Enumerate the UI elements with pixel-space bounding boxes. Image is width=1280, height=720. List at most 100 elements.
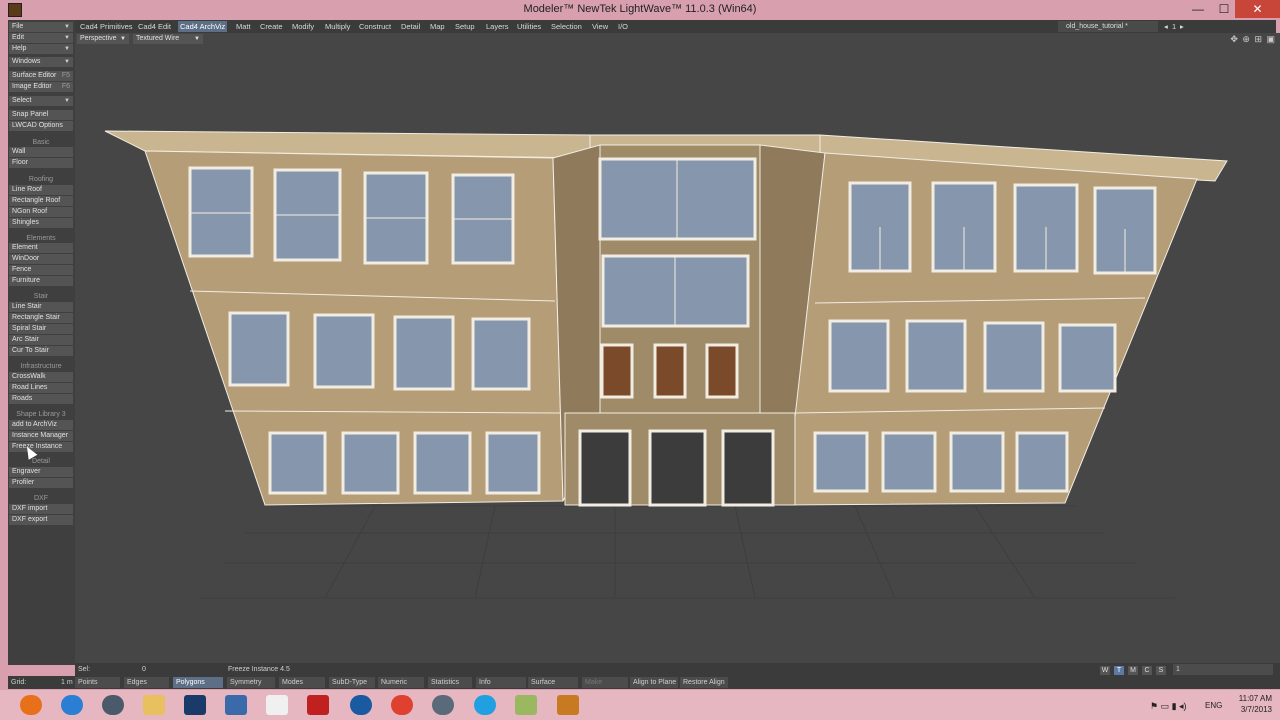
building-model[interactable] (75, 33, 1280, 663)
status-bar: Sel: 0 Freeze Instance 4.5 W T M C S 1 (75, 663, 1280, 676)
tool-shingles[interactable]: Shingles (9, 218, 73, 228)
explorer-icon[interactable] (143, 695, 165, 715)
lightwave-icon[interactable] (102, 695, 124, 715)
flash-icon[interactable] (307, 695, 329, 715)
tool-instance-manager[interactable]: Instance Manager (9, 431, 73, 441)
tab-multiply[interactable]: Multiply (323, 21, 352, 32)
tool-engraver[interactable]: Engraver (9, 467, 73, 477)
align-to-plane-button[interactable]: Align to Plane (630, 677, 678, 688)
notes-icon[interactable] (515, 695, 537, 715)
windows-menu[interactable]: Windows ▼ (9, 57, 73, 67)
points-mode-button[interactable]: Points (75, 677, 120, 688)
tab-modify[interactable]: Modify (290, 21, 316, 32)
tab-layers[interactable]: Layers (484, 21, 511, 32)
firefox-icon[interactable] (20, 695, 42, 715)
tab-io[interactable]: I/O (616, 21, 630, 32)
tab-utilities[interactable]: Utilities (515, 21, 543, 32)
tool-crosswalk[interactable]: CrossWalk (9, 372, 73, 382)
layer-number[interactable]: 1 (1170, 21, 1178, 32)
clock[interactable]: 11:07 AM 3/7/2013 (1239, 693, 1272, 715)
view-button-c[interactable]: C (1142, 666, 1152, 675)
edit-menu[interactable]: Edit ▼ (9, 33, 73, 43)
modes-button[interactable]: Modes (279, 677, 325, 688)
maximize-button[interactable]: ☐ (1211, 0, 1237, 18)
file-menu[interactable]: File ▼ (9, 22, 73, 32)
tool-windoor[interactable]: WinDoor (9, 254, 73, 264)
restore-align-button[interactable]: Restore Align (680, 677, 728, 688)
save-app-icon[interactable] (225, 695, 247, 715)
layout-icon[interactable] (557, 695, 579, 715)
tool-dxf-import[interactable]: DXF import (9, 504, 73, 514)
layer-field[interactable]: 1 (1173, 664, 1273, 675)
tab-create[interactable]: Create (258, 21, 285, 32)
scene-selector[interactable]: old_house_tutorial * (1058, 21, 1158, 32)
tool-wall[interactable]: Wall (9, 147, 73, 157)
tool-line-roof[interactable]: Line Roof (9, 185, 73, 195)
image-editor-button[interactable]: Image Editor F6 (9, 82, 73, 92)
tool-spiral-stair[interactable]: Spiral Stair (9, 324, 73, 334)
scene-next-icon[interactable]: ▸ (1178, 21, 1186, 32)
tool-road-lines[interactable]: Road Lines (9, 383, 73, 393)
tool-profiler[interactable]: Profiler (9, 478, 73, 488)
tab-selection[interactable]: Selection (549, 21, 584, 32)
lwcad-options-button[interactable]: LWCAD Options (9, 121, 73, 131)
section-dxf: DXF (34, 495, 48, 502)
make-button[interactable]: Make (582, 677, 628, 688)
view-button-w[interactable]: W (1100, 666, 1110, 675)
tab-construct[interactable]: Construct (357, 21, 393, 32)
minimize-button[interactable]: — (1185, 0, 1211, 18)
tool-add-to-archviz[interactable]: add to ArchViz (9, 420, 73, 430)
chrome-icon[interactable] (391, 695, 413, 715)
tool-line-stair[interactable]: Line Stair (9, 302, 73, 312)
tab-map[interactable]: Map (428, 21, 447, 32)
subd-type-button[interactable]: SubD-Type (329, 677, 375, 688)
tool-freeze-instance[interactable]: Freeze Instance (9, 442, 73, 452)
tool-cur-to-stair[interactable]: Cur To Stair (9, 346, 73, 356)
help-menu[interactable]: Help ▼ (9, 44, 73, 54)
select-menu[interactable]: Select ▼ (9, 96, 73, 106)
tool-dxf-export[interactable]: DXF export (9, 515, 73, 525)
balcony-doors (600, 343, 739, 399)
tab-detail[interactable]: Detail (399, 21, 422, 32)
photoshop-icon[interactable] (184, 695, 206, 715)
scene-prev-icon[interactable]: ◂ (1162, 21, 1170, 32)
statistics-button[interactable]: Statistics (428, 677, 472, 688)
tool-ngon-roof[interactable]: NGon Roof (9, 207, 73, 217)
tab-cad4-primitives[interactable]: Cad4 Primitives (78, 21, 135, 32)
polygons-mode-button[interactable]: Polygons (173, 677, 223, 688)
tool-floor[interactable]: Floor (9, 158, 73, 168)
tool-element[interactable]: Element (9, 243, 73, 253)
surface-editor-button[interactable]: Surface Editor F5 (9, 71, 73, 81)
tab-cad4-archviz[interactable]: Cad4 ArchViz (178, 21, 228, 32)
tool-arc-stair[interactable]: Arc Stair (9, 335, 73, 345)
symmetry-button[interactable]: Symmetry (227, 677, 275, 688)
view-button-t[interactable]: T (1114, 666, 1124, 675)
teamviewer-icon[interactable] (350, 695, 372, 715)
tab-cad4-edit[interactable]: Cad4 Edit (136, 21, 173, 32)
skype-icon[interactable] (474, 695, 496, 715)
tab-view[interactable]: View (590, 21, 610, 32)
tool-rectangle-stair[interactable]: Rectangle Stair (9, 313, 73, 323)
snap-panel-button[interactable]: Snap Panel (9, 110, 73, 120)
edges-mode-button[interactable]: Edges (124, 677, 169, 688)
system-tray-icons[interactable]: ⚑ ▭ ▮ ◂) (1150, 701, 1187, 712)
surface-button[interactable]: Surface (528, 677, 578, 688)
app-window: Modeler™ NewTek LightWave™ 11.0.3 (Win64… (0, 0, 1280, 720)
numeric-button[interactable]: Numeric (378, 677, 424, 688)
close-button[interactable]: ✕ (1235, 0, 1280, 18)
view-button-s[interactable]: S (1156, 666, 1166, 675)
document-icon[interactable] (266, 695, 288, 715)
tab-matt[interactable]: Matt (234, 21, 253, 32)
tool-roads[interactable]: Roads (9, 394, 73, 404)
section-detail: Detail (32, 458, 50, 465)
view-button-m[interactable]: M (1128, 666, 1138, 675)
tool-rectangle-roof[interactable]: Rectangle Roof (9, 196, 73, 206)
language-indicator[interactable]: ENG (1205, 701, 1222, 710)
tool-fence[interactable]: Fence (9, 265, 73, 275)
perspective-viewport[interactable]: Perspective ▼ Textured Wire ▼ ✥ ⊕ ⊞ ▣ (22, 33, 1280, 663)
tab-setup[interactable]: Setup (453, 21, 477, 32)
info-button[interactable]: Info (476, 677, 526, 688)
ie-icon[interactable] (61, 695, 83, 715)
tool-furniture[interactable]: Furniture (9, 276, 73, 286)
modeler-icon[interactable] (432, 695, 454, 715)
